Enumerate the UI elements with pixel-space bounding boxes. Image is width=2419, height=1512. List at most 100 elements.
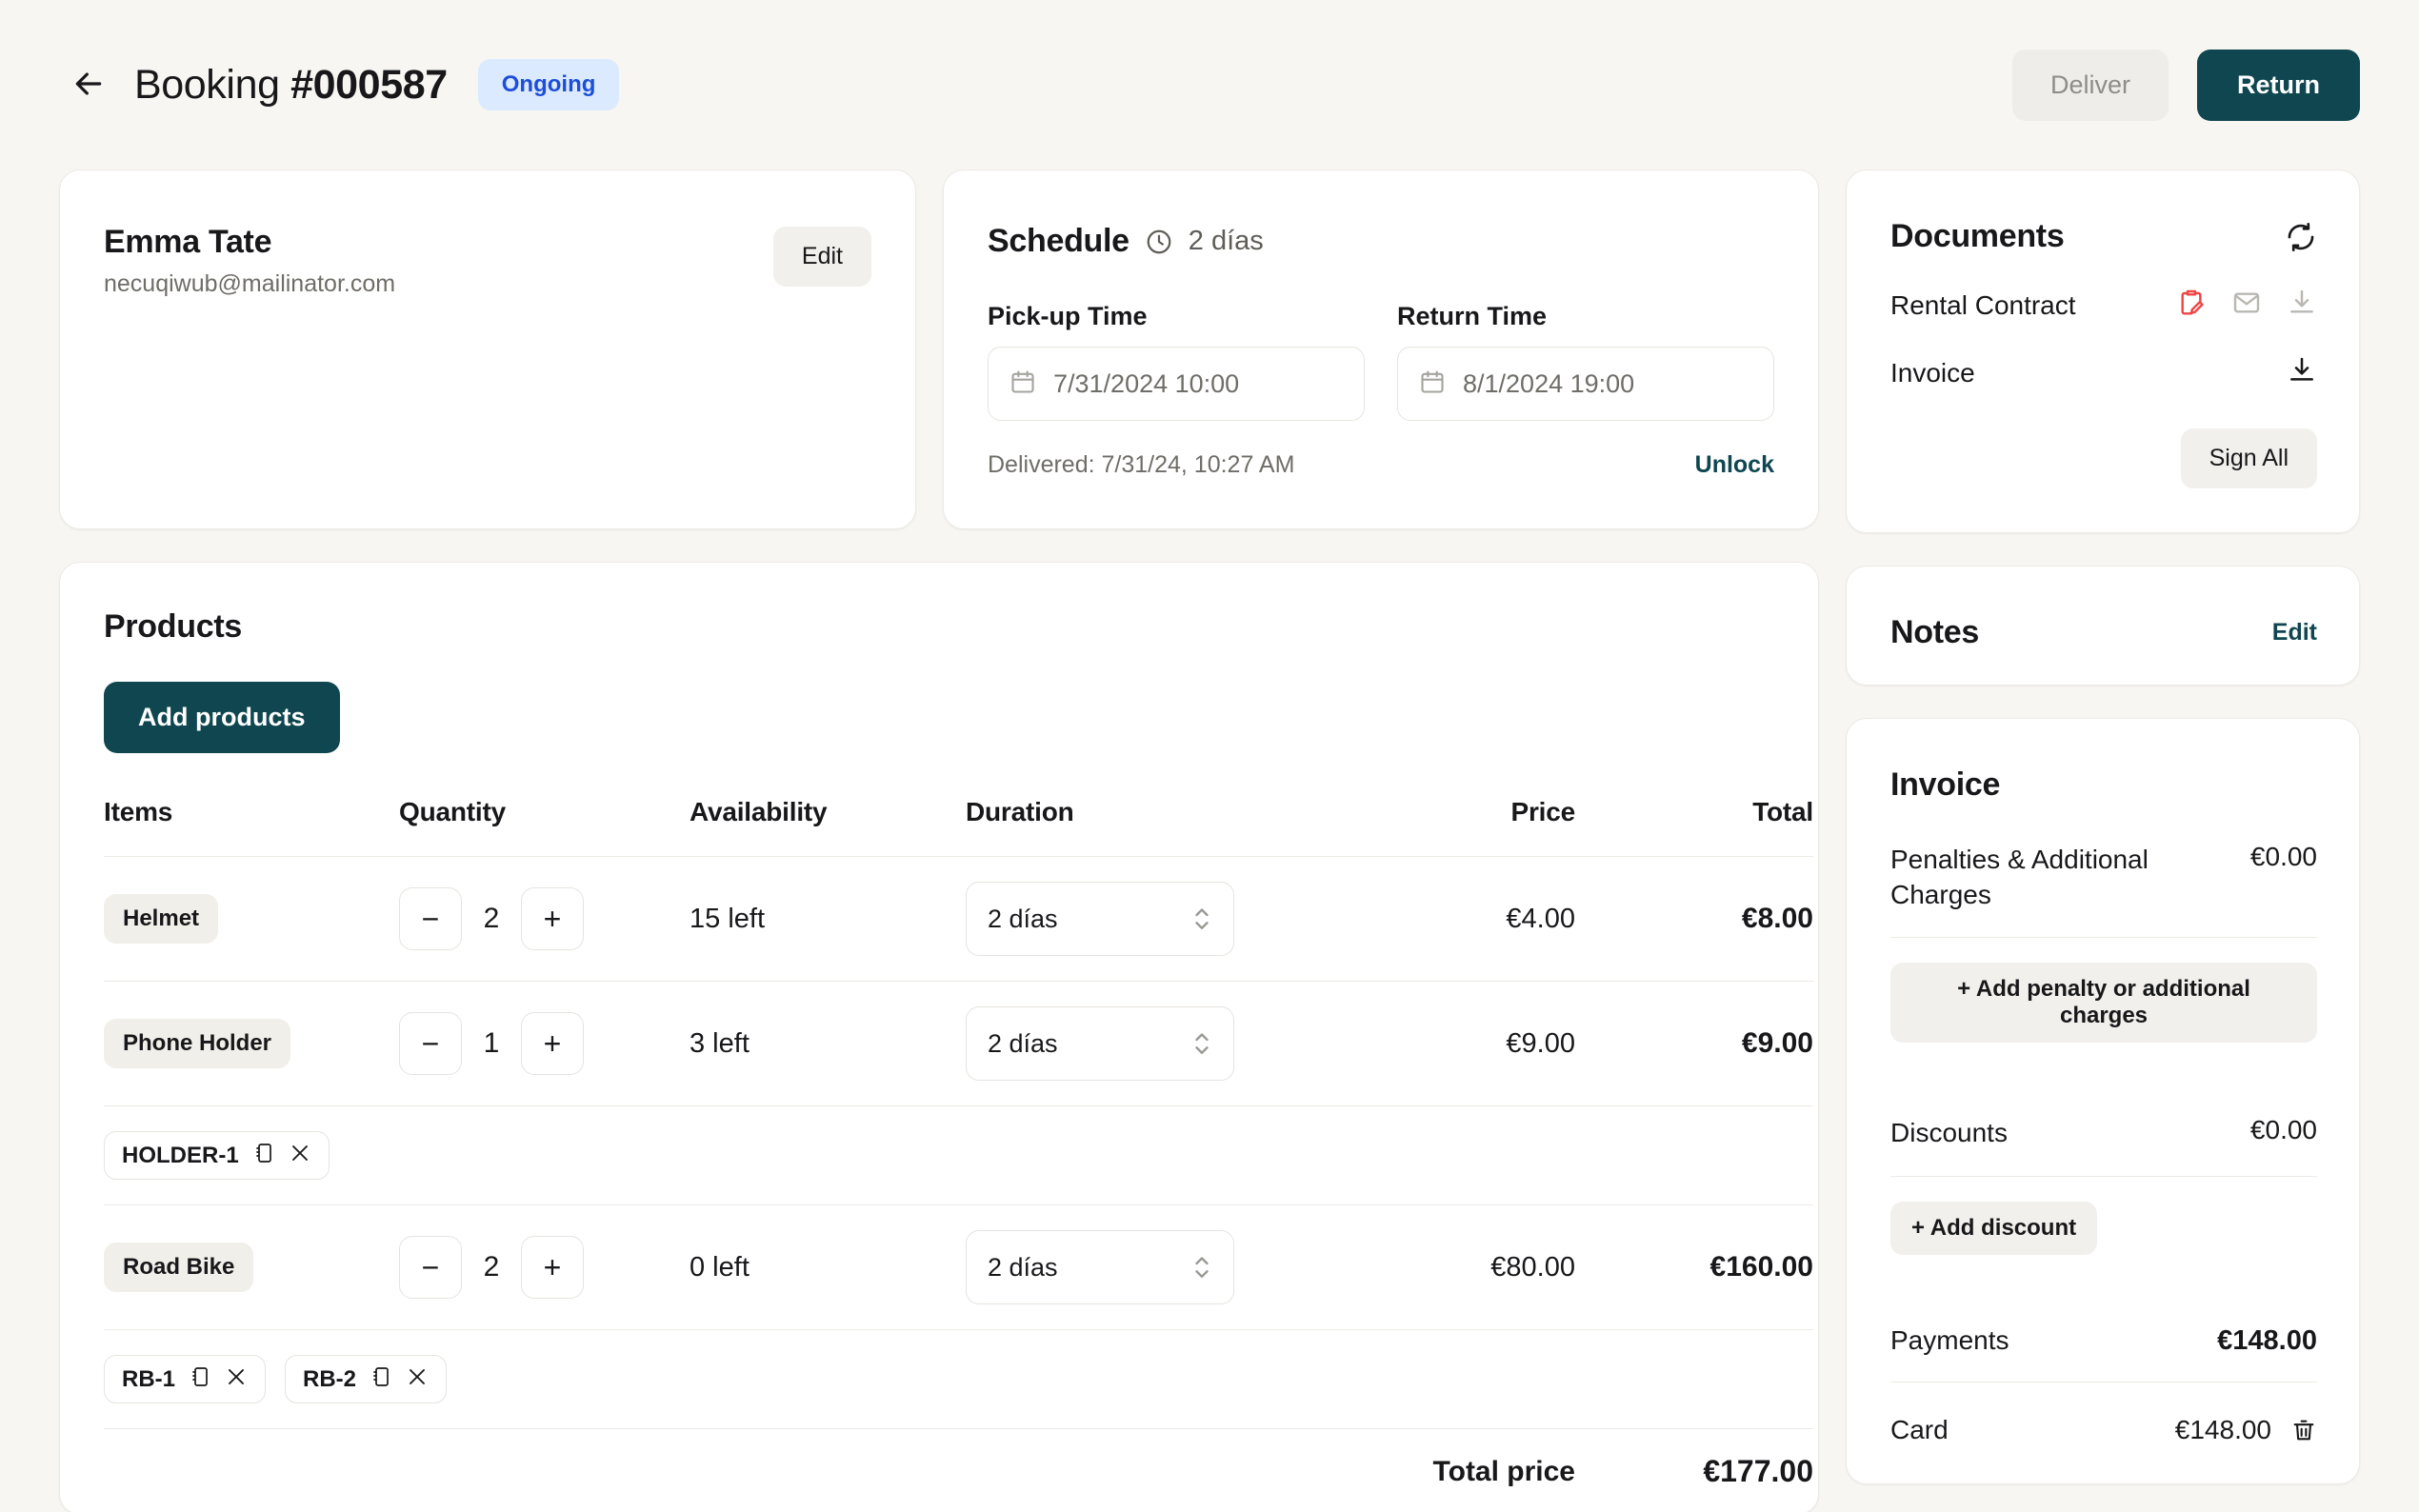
duration-select[interactable]: 2 días: [966, 1230, 1234, 1304]
return-input[interactable]: 8/1/2024 19:00: [1397, 347, 1774, 421]
total-value: €9.00: [1741, 1027, 1813, 1059]
document-name: Invoice: [1890, 357, 1975, 388]
payments-row: Payments €148.00: [1890, 1325, 2317, 1357]
chevron-up-down-icon: [1191, 1253, 1212, 1282]
product-price-cell: €4.00: [1328, 856, 1575, 982]
note-icon[interactable]: [252, 1142, 275, 1169]
page-body: Emma Tate necuqiwub@mailinator.com Edit …: [0, 169, 2419, 1512]
quantity-value: 1: [483, 1027, 500, 1059]
status-badge: Ongoing: [477, 59, 620, 110]
document-name: Rental Contract: [1890, 289, 2076, 320]
download-icon[interactable]: [2287, 288, 2317, 323]
availability-value: 3 left: [690, 1027, 750, 1059]
serial-cell: HOLDER-1: [104, 1105, 1813, 1205]
product-availability-cell: 0 left: [690, 1204, 966, 1330]
chevron-up-down-icon: [1191, 1029, 1212, 1058]
add-penalty-button[interactable]: + Add penalty or additional charges: [1890, 963, 2317, 1044]
refresh-icon[interactable]: [2285, 221, 2317, 253]
total-price-value-cell: €177.00: [1575, 1428, 1813, 1512]
serial-tag[interactable]: RB-1: [104, 1355, 267, 1403]
column-price: Price: [1510, 797, 1576, 826]
serial-list: RB-1 RB-2: [104, 1355, 1813, 1403]
price-value: €4.00: [1506, 903, 1575, 934]
product-duration-cell: 2 días: [966, 981, 1328, 1106]
product-duration-cell: 2 días: [966, 856, 1328, 982]
product-item-cell: Phone Holder: [104, 981, 399, 1106]
page-title-prefix: Booking: [134, 61, 291, 108]
note-icon[interactable]: [370, 1365, 392, 1393]
serial-label: HOLDER-1: [122, 1142, 239, 1168]
download-icon[interactable]: [2287, 355, 2317, 390]
serial-tag[interactable]: HOLDER-1: [104, 1131, 330, 1180]
return-value: 8/1/2024 19:00: [1463, 368, 1635, 398]
document-row-invoice: Invoice: [1890, 355, 2317, 390]
close-icon[interactable]: [225, 1365, 248, 1393]
products-table: Items Quantity Availability Duration Pri…: [104, 797, 1813, 1512]
product-item-cell: Helmet: [104, 856, 399, 982]
duration-value: 2 días: [988, 904, 1058, 933]
invoice-title: Invoice: [1890, 766, 2001, 803]
back-button[interactable]: [67, 63, 110, 107]
arrow-left-icon: [70, 65, 108, 106]
return-label: Return Time: [1397, 302, 1548, 330]
product-name-chip: Phone Holder: [104, 1019, 291, 1068]
close-icon[interactable]: [406, 1365, 429, 1393]
sign-contract-icon[interactable]: [2176, 288, 2207, 323]
product-duration-cell: 2 días: [966, 1204, 1328, 1330]
chevron-up-down-icon: [1191, 905, 1212, 933]
quantity-increment-button[interactable]: +: [521, 1236, 584, 1299]
page-title: Booking #000587: [134, 62, 448, 109]
penalties-value: €0.00: [2249, 842, 2317, 871]
close-icon[interactable]: [289, 1142, 311, 1169]
delivered-timestamp: Delivered: 7/31/24, 10:27 AM: [988, 451, 1295, 478]
quantity-increment-button[interactable]: +: [521, 887, 584, 950]
quantity-decrement-button[interactable]: −: [399, 1236, 462, 1299]
document-actions: [2287, 355, 2317, 390]
column-items: Items: [104, 797, 173, 826]
duration-value: 2 días: [988, 1252, 1058, 1282]
payment-method-amount: €148.00: [2174, 1414, 2271, 1444]
mail-icon[interactable]: [2231, 288, 2262, 323]
serial-label: RB-2: [303, 1365, 357, 1392]
quantity-decrement-button[interactable]: −: [399, 887, 462, 950]
total-price-spacer: [104, 1428, 1328, 1512]
serial-tag[interactable]: RB-2: [285, 1355, 448, 1403]
product-item-cell: Road Bike: [104, 1204, 399, 1330]
sign-all-button[interactable]: Sign All: [2180, 428, 2317, 488]
note-icon[interactable]: [189, 1365, 211, 1393]
quantity-decrement-button[interactable]: −: [399, 1012, 462, 1075]
quantity-stepper: − 2 +: [399, 887, 690, 950]
column-duration: Duration: [966, 797, 1074, 826]
add-products-button[interactable]: Add products: [104, 682, 340, 753]
documents-header: Documents: [1890, 218, 2317, 255]
duration-select[interactable]: 2 días: [966, 882, 1234, 956]
edit-customer-button[interactable]: Edit: [772, 227, 871, 287]
table-row: Helmet − 2 + 15 left 2 días €4.00 €8.00: [104, 856, 1813, 982]
add-discount-button[interactable]: + Add discount: [1890, 1201, 2098, 1255]
trash-icon[interactable]: [2290, 1417, 2317, 1443]
edit-notes-link[interactable]: Edit: [2272, 619, 2317, 647]
product-quantity-cell: − 2 +: [399, 1204, 690, 1330]
notes-title: Notes: [1890, 614, 1979, 650]
deliver-button[interactable]: Deliver: [2011, 49, 2169, 121]
quantity-increment-button[interactable]: +: [521, 1012, 584, 1075]
serial-cell: RB-1 RB-2: [104, 1329, 1813, 1429]
discounts-row: Discounts €0.00: [1890, 1115, 2317, 1150]
unlock-link[interactable]: Unlock: [1695, 451, 1774, 479]
return-button[interactable]: Return: [2197, 49, 2360, 121]
serial-label: RB-1: [122, 1365, 176, 1392]
document-row-rental-contract: Rental Contract: [1890, 288, 2317, 323]
products-table-header: Items Quantity Availability Duration Pri…: [104, 797, 1813, 857]
duration-value: 2 días: [988, 1028, 1058, 1058]
divider: [1890, 1175, 2317, 1177]
total-price-row: Total price €177.00: [104, 1428, 1813, 1512]
pickup-input[interactable]: 7/31/2024 10:00: [988, 347, 1365, 421]
payment-method-label: Card: [1890, 1414, 1949, 1444]
duration-select[interactable]: 2 días: [966, 1006, 1234, 1081]
return-field-group: Return Time 8/1/2024 19:00: [1397, 302, 1774, 421]
document-actions: [2176, 288, 2317, 323]
total-price-value: €177.00: [1703, 1454, 1813, 1488]
divider: [1890, 1381, 2317, 1383]
discounts-value: €0.00: [2249, 1115, 2317, 1145]
